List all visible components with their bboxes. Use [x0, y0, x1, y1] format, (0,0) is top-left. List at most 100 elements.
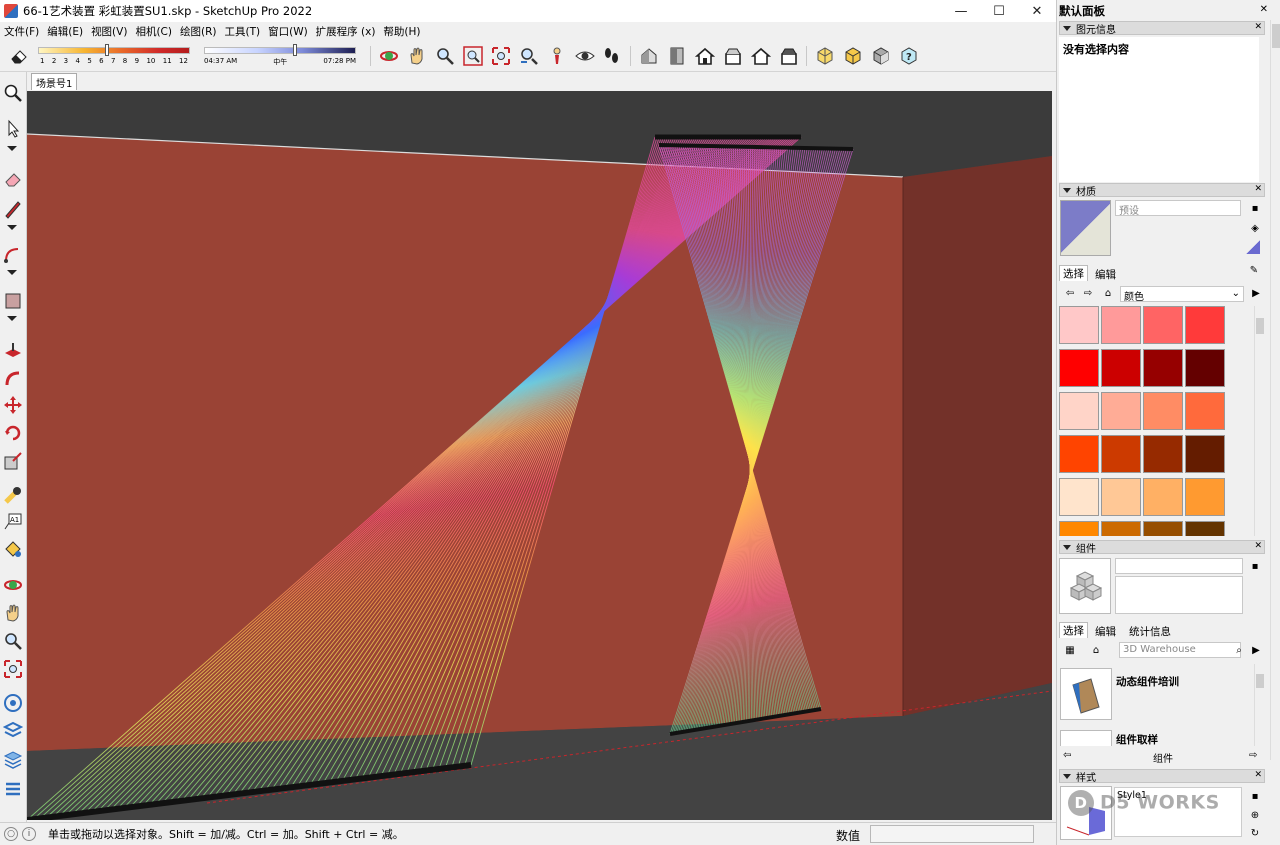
push-pull-tool-icon[interactable]: [2, 340, 24, 362]
components-scroll-thumb[interactable]: [1256, 674, 1264, 688]
material-swatch[interactable]: [1143, 349, 1183, 387]
material-swatch[interactable]: [1185, 349, 1225, 387]
component-thumbnail[interactable]: [1059, 558, 1111, 614]
material-swatch[interactable]: [1101, 349, 1141, 387]
time-thumb[interactable]: [292, 44, 297, 56]
create-material-icon[interactable]: ▪: [1248, 201, 1262, 215]
swatch-scroll-thumb[interactable]: [1256, 318, 1264, 334]
refresh-icon[interactable]: ↻: [1248, 826, 1262, 840]
back-view-icon[interactable]: [750, 45, 772, 67]
select-tool-icon[interactable]: [2, 118, 24, 140]
materials-header[interactable]: 材质 ✕: [1059, 183, 1265, 198]
material-swatch[interactable]: [1143, 521, 1183, 536]
create-style-icon[interactable]: ▪: [1248, 789, 1262, 803]
material-swatch[interactable]: [1143, 478, 1183, 516]
model-viewport[interactable]: [27, 91, 1052, 820]
zoom-tool-small-icon[interactable]: [2, 630, 24, 652]
text-tool-icon[interactable]: A1: [2, 510, 24, 532]
menu-draw[interactable]: 绘图(R): [178, 24, 223, 39]
materials-tab-edit[interactable]: 编辑: [1095, 267, 1116, 282]
close-button[interactable]: ✕: [1018, 0, 1056, 22]
shadow-time-slider[interactable]: 04:37 AM 中午 07:28 PM: [204, 44, 356, 68]
zoom-extents-tool-icon[interactable]: [2, 658, 24, 680]
swatch-scrollbar[interactable]: [1254, 306, 1264, 536]
material-library-select[interactable]: 颜色 ⌄: [1120, 286, 1244, 303]
material-swatch[interactable]: [1059, 435, 1099, 473]
components-close-icon[interactable]: ✕: [1254, 541, 1262, 551]
component-list-item[interactable]: 动态组件培训: [1060, 668, 1252, 724]
materials-tab-select[interactable]: 选择: [1059, 265, 1088, 281]
menu-view[interactable]: 视图(V): [89, 24, 133, 39]
material-swatch[interactable]: [1059, 306, 1099, 344]
material-swatch[interactable]: [1059, 521, 1099, 536]
select-flyout-caret[interactable]: [7, 146, 17, 151]
warehouse-icon[interactable]: [2, 692, 24, 714]
menu-extensions[interactable]: 扩展程序 (x): [314, 24, 382, 39]
left-view-icon[interactable]: [778, 45, 800, 67]
front-view-icon[interactable]: [694, 45, 716, 67]
shadow-month-slider[interactable]: 1 2 3 4 5 6 7 8 9 10 11 12: [38, 44, 190, 68]
rectangle-flyout-caret[interactable]: [7, 316, 17, 321]
zoom-extents-icon[interactable]: [490, 45, 512, 67]
eraser-icon[interactable]: [8, 45, 30, 67]
material-swatch[interactable]: [1101, 478, 1141, 516]
scene-tab-1[interactable]: 场景号1: [31, 73, 78, 90]
scale-tool-icon[interactable]: [2, 450, 24, 472]
component-name-field[interactable]: [1115, 558, 1243, 574]
rotate-tool-icon[interactable]: [2, 422, 24, 444]
material-swatch[interactable]: [1185, 392, 1225, 430]
pan-icon[interactable]: [406, 45, 428, 67]
default-material-icon[interactable]: [1246, 240, 1260, 254]
right-view-icon[interactable]: [722, 45, 744, 67]
position-camera-icon[interactable]: [546, 45, 568, 67]
entity-info-close-icon[interactable]: ✕: [1254, 22, 1262, 32]
material-swatch[interactable]: [1101, 306, 1141, 344]
material-swatch[interactable]: [1059, 392, 1099, 430]
materials-close-icon[interactable]: ✕: [1254, 184, 1262, 194]
component-description-field[interactable]: [1115, 576, 1243, 614]
update-style-icon[interactable]: ⊕: [1248, 808, 1262, 822]
walk-icon[interactable]: [600, 45, 622, 67]
measurements-input[interactable]: [870, 825, 1034, 843]
material-swatch[interactable]: [1143, 435, 1183, 473]
material-swatch[interactable]: [1101, 435, 1141, 473]
menu-tools[interactable]: 工具(T): [222, 24, 266, 39]
tray-close-icon[interactable]: ✕: [1260, 4, 1268, 15]
xray-icon[interactable]: [814, 45, 836, 67]
tray-scroll-thumb[interactable]: [1272, 24, 1280, 48]
display-secondary-icon[interactable]: ◈: [1248, 221, 1262, 235]
components-prev-icon[interactable]: ⇦: [1063, 750, 1071, 761]
material-swatch[interactable]: [1059, 478, 1099, 516]
menu-file[interactable]: 文件(F): [2, 24, 45, 39]
move-tool-icon[interactable]: [2, 394, 24, 416]
zoom-tool-icon[interactable]: [2, 82, 24, 104]
month-thumb[interactable]: [105, 44, 110, 56]
material-swatch[interactable]: [1185, 435, 1225, 473]
menu-help[interactable]: 帮助(H): [381, 24, 426, 39]
components-scrollbar[interactable]: [1254, 664, 1264, 746]
components-tab-select[interactable]: 选择: [1059, 622, 1088, 638]
menu-window[interactable]: 窗口(W): [266, 24, 314, 39]
material-swatch[interactable]: [1059, 349, 1099, 387]
components-home-icon[interactable]: ⌂: [1089, 643, 1103, 657]
search-icon[interactable]: ⌕: [1232, 643, 1246, 657]
eraser-tool-icon[interactable]: [2, 168, 24, 190]
extension-warehouse-icon[interactable]: [2, 720, 24, 742]
arc-flyout-caret[interactable]: [7, 270, 17, 275]
info-icon[interactable]: i: [22, 827, 36, 841]
viewport-canvas[interactable]: [27, 91, 1052, 820]
look-around-icon[interactable]: [574, 45, 596, 67]
warehouse-search-input[interactable]: 3D Warehouse: [1119, 642, 1241, 658]
minimize-button[interactable]: —: [942, 0, 980, 22]
zoom-window-icon[interactable]: [462, 45, 484, 67]
eyedropper-icon[interactable]: ✎: [1247, 263, 1261, 277]
maximize-button[interactable]: ☐: [980, 0, 1018, 22]
material-swatch[interactable]: [1143, 306, 1183, 344]
material-swatch[interactable]: [1101, 392, 1141, 430]
entity-info-header[interactable]: 图元信息 ✕: [1059, 21, 1265, 36]
components-tab-statistics[interactable]: 统计信息: [1129, 624, 1171, 639]
components-details-icon[interactable]: ▶: [1249, 643, 1263, 657]
menu-camera[interactable]: 相机(C): [133, 24, 178, 39]
geo-location-icon[interactable]: ○: [4, 827, 18, 841]
orbit-icon[interactable]: [378, 45, 400, 67]
